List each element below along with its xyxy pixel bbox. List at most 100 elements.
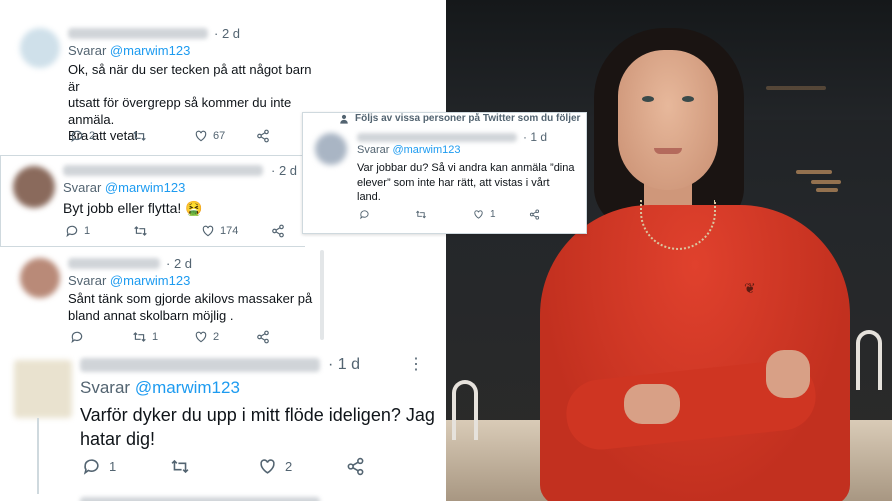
tweet-card[interactable]: Följs av vissa personer på Twitter som d… xyxy=(302,112,587,234)
tweet-time: · 1 d xyxy=(523,130,548,144)
reply-to-line: Svarar @marwim123 xyxy=(63,180,185,195)
photo-eye xyxy=(682,96,694,102)
heart-icon xyxy=(202,225,214,237)
thread-line xyxy=(37,418,39,494)
retweet-button[interactable] xyxy=(132,129,194,143)
retweet-icon xyxy=(133,131,146,141)
share-icon xyxy=(272,224,284,238)
reply-handle-link[interactable]: @marwim123 xyxy=(110,273,190,288)
tweet-text: Varför dyker du upp i mitt flöde idelige… xyxy=(80,405,435,449)
avatar xyxy=(14,360,72,418)
like-button[interactable]: 2 xyxy=(194,330,256,344)
like-count: 1 xyxy=(490,209,496,220)
like-button[interactable]: 174 xyxy=(201,224,271,238)
ceiling-light xyxy=(816,188,838,192)
tweet-actions: 1 2 xyxy=(82,457,365,476)
share-button[interactable] xyxy=(529,209,540,220)
photo-sweater xyxy=(540,205,850,501)
replying-label: Svarar xyxy=(63,180,102,195)
reply-handle-link[interactable]: @marwim123 xyxy=(135,378,240,397)
reply-button[interactable]: 2 xyxy=(70,129,132,143)
like-button[interactable]: 1 xyxy=(473,209,529,220)
heart-icon xyxy=(195,331,207,343)
share-button[interactable] xyxy=(256,129,270,143)
tweet-actions: 1 174 xyxy=(65,224,285,238)
tweet-card[interactable]: · 1 d ⋮ Svarar @marwim123 Varför dyker d… xyxy=(0,354,446,501)
tweet-card[interactable]: · 2 d Svarar @marwim123 Byt jobb eller f… xyxy=(0,155,305,247)
reply-to-line: Svarar @marwim123 xyxy=(80,378,240,398)
reply-to-line: Svarar @marwim123 xyxy=(68,273,190,288)
reply-icon xyxy=(66,225,78,238)
reply-to-line: Svarar @marwim123 xyxy=(357,144,460,156)
photo-hand xyxy=(766,350,810,398)
reply-button[interactable]: 1 xyxy=(65,224,133,238)
avatar xyxy=(315,133,347,165)
retweet-button[interactable] xyxy=(133,224,201,238)
photo-eye xyxy=(642,96,654,102)
share-button[interactable] xyxy=(256,330,270,344)
share-button[interactable] xyxy=(346,457,365,476)
replying-label: Svarar xyxy=(357,144,390,156)
avatar xyxy=(13,166,55,208)
replying-label: Svarar xyxy=(80,378,131,397)
tweet-card[interactable]: · 2 d Svarar @marwim123 Ok, så när du se… xyxy=(0,0,320,158)
tweet-actions: 2 67 xyxy=(70,129,270,143)
reply-handle-link[interactable]: @marwim123 xyxy=(392,144,460,156)
photo-hand xyxy=(624,384,680,424)
heart-icon xyxy=(474,210,483,219)
share-icon xyxy=(257,330,269,344)
tweet-header: · 2 d xyxy=(63,163,297,178)
share-icon xyxy=(257,129,269,143)
share-icon xyxy=(347,457,364,476)
share-button[interactable] xyxy=(271,224,285,238)
retweet-icon xyxy=(416,210,426,219)
tweet-card[interactable]: · 2 d Svarar @marwim123 Sånt tänk som gj… xyxy=(0,248,330,354)
ceiling-light xyxy=(796,170,832,174)
retweet-button[interactable] xyxy=(415,209,473,220)
ceiling-light xyxy=(766,86,826,90)
retweet-button[interactable]: 1 xyxy=(132,330,194,344)
retweet-icon xyxy=(171,459,189,474)
heart-icon xyxy=(195,130,207,142)
replying-label: Svarar xyxy=(68,43,107,58)
scrollbar[interactable] xyxy=(320,250,324,340)
reply-icon xyxy=(71,130,83,143)
tweet-header: · 1 d xyxy=(80,356,360,374)
reply-icon xyxy=(83,459,99,475)
person-icon xyxy=(340,114,348,124)
reply-button[interactable] xyxy=(359,209,415,220)
share-icon xyxy=(529,209,540,220)
avatar xyxy=(20,28,60,68)
replying-label: Svarar xyxy=(68,273,107,288)
retweet-icon xyxy=(134,226,147,236)
tweet-actions: 1 2 xyxy=(70,330,270,344)
blurred-username xyxy=(68,258,160,269)
blurred-username xyxy=(80,358,320,372)
reply-handle-link[interactable]: @marwim123 xyxy=(110,43,190,58)
tweet-time: · 2 d xyxy=(271,163,298,178)
photo-chair xyxy=(452,380,478,440)
reply-icon xyxy=(71,331,83,344)
like-button[interactable]: 2 xyxy=(258,457,346,476)
retweet-button[interactable] xyxy=(170,457,258,476)
photo-mouth xyxy=(654,148,682,154)
tweet-time: · 2 d xyxy=(166,256,193,271)
tweet-time: · 2 d xyxy=(214,26,241,41)
retweet-count: 1 xyxy=(152,331,159,343)
reply-button[interactable]: 1 xyxy=(82,457,170,476)
like-count: 174 xyxy=(220,225,239,237)
tweet-text: Sånt tänk som gjorde akilovs massaker på… xyxy=(68,291,313,323)
blurred-username xyxy=(63,165,263,176)
more-button[interactable]: ⋮ xyxy=(408,354,425,374)
tweet-text: Var jobbar du? Så vi andra kan anmäla ”d… xyxy=(357,162,575,203)
reply-button[interactable] xyxy=(70,330,132,344)
reply-count: 1 xyxy=(109,459,117,474)
reply-icon xyxy=(360,210,369,220)
tweet-actions: 1 xyxy=(359,209,540,220)
reply-handle-link[interactable]: @marwim123 xyxy=(105,180,185,195)
tweet-header: · 2 d xyxy=(68,256,192,271)
blurred-username xyxy=(357,132,517,142)
tweet-text: Byt jobb eller flytta! 🤮 xyxy=(63,200,203,216)
like-button[interactable]: 67 xyxy=(194,129,256,143)
reply-to-line: Svarar @marwim123 xyxy=(68,43,190,58)
